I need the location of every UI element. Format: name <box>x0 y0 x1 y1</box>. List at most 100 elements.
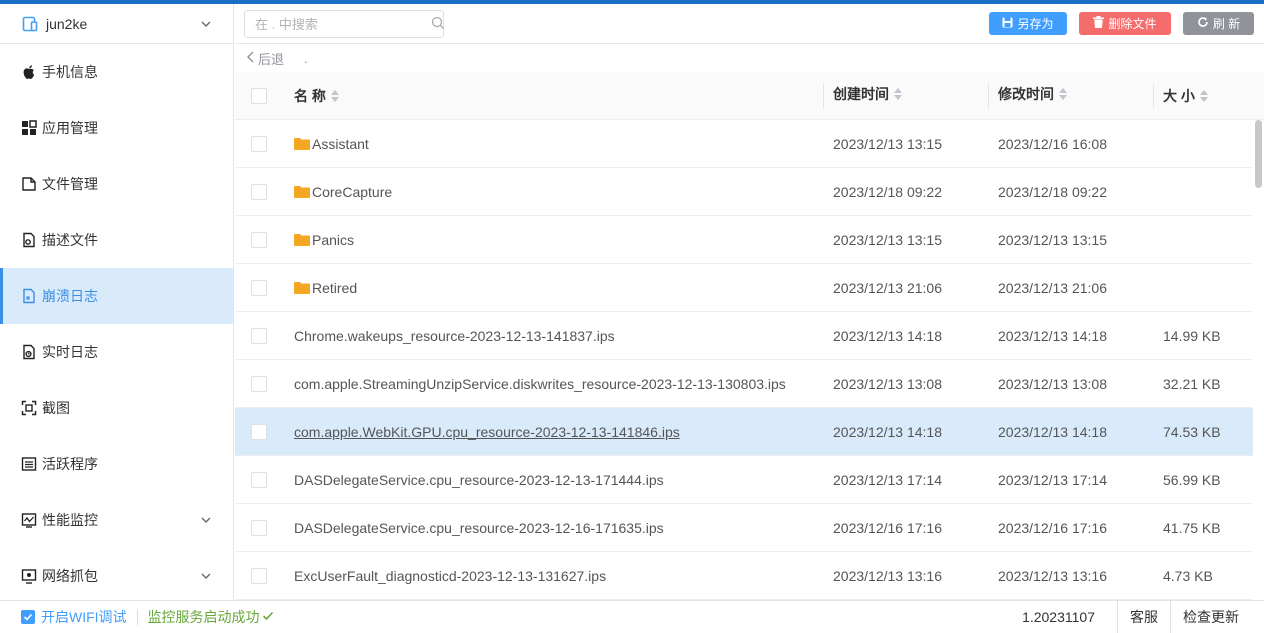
column-size[interactable]: 大 小 <box>1154 86 1244 106</box>
size-cell: 4.73 KB <box>1163 567 1213 584</box>
delete-file-button[interactable]: 删除文件 <box>1079 12 1171 35</box>
sidebar-item-label: 手机信息 <box>42 64 98 80</box>
row-checkbox[interactable] <box>251 231 267 248</box>
chevron-down-icon[interactable] <box>199 569 213 583</box>
sidebar-item-realtime-log[interactable]: 实时日志 <box>0 324 233 380</box>
sidebar-item-phone-info[interactable]: 手机信息 <box>0 44 233 100</box>
column-created[interactable]: 创建时间 <box>824 83 989 108</box>
file-name[interactable]: ExcUserFault_diagnosticd-2023-12-13-1316… <box>294 568 606 584</box>
table-row[interactable]: Assistant 2023/12/13 13:15 2023/12/16 16:0… <box>235 120 1264 168</box>
row-checkbox[interactable] <box>251 279 267 296</box>
service-status: 监控服务启动成功 <box>148 607 274 627</box>
sidebar-item-performance[interactable]: 性能监控 <box>0 492 233 548</box>
table-body: Assistant 2023/12/13 13:15 2023/12/16 16:0… <box>235 120 1264 600</box>
sidebar-item-active-apps[interactable]: 活跃程序 <box>0 436 233 492</box>
table-row[interactable]: Retired 2023/12/13 21:06 2023/12/13 21:06 <box>235 264 1264 312</box>
table-row[interactable]: Chrome.wakeups_resource-2023-12-13-14183… <box>235 312 1264 360</box>
scrollbar[interactable] <box>1253 120 1264 600</box>
column-name[interactable]: 名 称 <box>283 83 824 108</box>
status-bar: 开启WIFI调试 监控服务启动成功 1.20231107 客服 检查更新 <box>0 600 1264 633</box>
refresh-button[interactable]: 刷 新 <box>1183 12 1254 35</box>
current-path: . <box>304 50 308 66</box>
sort-icon[interactable] <box>1199 89 1209 103</box>
sidebar-item-network-capture[interactable]: 网络抓包 <box>0 548 233 604</box>
select-all-checkbox[interactable] <box>251 87 267 104</box>
sidebar-item-file-manage[interactable]: 文件管理 <box>0 156 233 212</box>
table-row[interactable]: com.apple.WebKit.GPU.cpu_resource-2023-1… <box>235 408 1264 456</box>
file-name[interactable]: DASDelegateService.cpu_resource-2023-12-… <box>294 520 664 536</box>
sidebar-item-label: 截图 <box>42 400 70 416</box>
created-time-cell: 2023/12/16 17:16 <box>833 519 942 536</box>
file-name-cell[interactable]: Panics <box>283 232 824 248</box>
table-row[interactable]: DASDelegateService.cpu_resource-2023-12-… <box>235 456 1264 504</box>
row-checkbox[interactable] <box>251 567 267 584</box>
file-name-cell[interactable]: com.apple.WebKit.GPU.cpu_resource-2023-1… <box>283 424 824 440</box>
file-name[interactable]: Chrome.wakeups_resource-2023-12-13-14183… <box>294 328 615 344</box>
device-selector[interactable]: jun2ke <box>0 4 233 44</box>
row-checkbox[interactable] <box>251 135 267 152</box>
row-checkbox[interactable] <box>251 471 267 488</box>
file-name-cell[interactable]: ExcUserFault_diagnosticd-2023-12-13-1316… <box>283 568 824 584</box>
row-checkbox[interactable] <box>251 183 267 200</box>
chevron-down-icon[interactable] <box>199 17 213 31</box>
file-name-cell[interactable]: DASDelegateService.cpu_resource-2023-12-… <box>283 520 824 536</box>
file-name-cell[interactable]: DASDelegateService.cpu_resource-2023-12-… <box>283 472 824 488</box>
sidebar-item-label: 性能监控 <box>42 512 98 528</box>
save-as-button[interactable]: 另存为 <box>989 12 1067 35</box>
table-row[interactable]: DASDelegateService.cpu_resource-2023-12-… <box>235 504 1264 552</box>
checkbox-checked-icon[interactable] <box>21 610 35 624</box>
search-icon[interactable] <box>431 16 445 33</box>
wifi-debug-toggle[interactable]: 开启WIFI调试 <box>21 607 127 627</box>
file-name[interactable]: Retired <box>312 280 357 296</box>
back-label: 后退 <box>258 51 285 67</box>
sort-icon[interactable] <box>893 87 903 101</box>
row-checkbox[interactable] <box>251 375 267 392</box>
file-name[interactable]: Panics <box>312 232 354 248</box>
table-row[interactable]: com.apple.StreamingUnzipService.diskwrit… <box>235 360 1264 408</box>
created-time-cell: 2023/12/13 17:14 <box>833 471 942 488</box>
service-status-label: 监控服务启动成功 <box>147 609 260 625</box>
sort-icon[interactable] <box>330 89 340 103</box>
created-time-cell: 2023/12/13 13:16 <box>833 567 942 584</box>
sidebar-item-profile[interactable]: 描述文件 <box>0 212 233 268</box>
row-checkbox[interactable] <box>251 519 267 536</box>
column-modified[interactable]: 修改时间 <box>989 83 1154 108</box>
file-name[interactable]: Assistant <box>312 136 369 152</box>
search-input[interactable] <box>255 16 431 32</box>
support-link[interactable]: 客服 <box>1117 601 1170 633</box>
crash-log-icon <box>20 287 38 305</box>
file-name[interactable]: DASDelegateService.cpu_resource-2023-12-… <box>294 472 664 488</box>
realtime-log-icon <box>20 343 38 361</box>
toolbar: 另存为 删除文件 刷 新 <box>235 4 1264 44</box>
sidebar-item-crash-log[interactable]: 崩溃日志 <box>0 268 233 324</box>
device-name: jun2ke <box>46 15 88 32</box>
file-name-cell[interactable]: Assistant <box>283 136 824 152</box>
search-box[interactable] <box>244 10 444 38</box>
file-name-cell[interactable]: com.apple.StreamingUnzipService.diskwrit… <box>283 376 824 392</box>
breadcrumb: 后退 . <box>235 44 1264 72</box>
table-row[interactable]: ExcUserFault_diagnosticd-2023-12-13-1316… <box>235 552 1264 600</box>
file-name-cell[interactable]: Retired <box>283 280 824 296</box>
folder-icon <box>294 233 310 246</box>
sidebar-item-label: 应用管理 <box>42 120 98 136</box>
table-row[interactable]: CoreCapture 2023/12/18 09:22 2023/12/18 09… <box>235 168 1264 216</box>
row-checkbox[interactable] <box>251 327 267 344</box>
file-name[interactable]: CoreCapture <box>312 184 392 200</box>
row-checkbox[interactable] <box>251 423 267 440</box>
scrollbar-thumb[interactable] <box>1255 120 1262 188</box>
sidebar-item-screenshot[interactable]: 截图 <box>0 380 233 436</box>
profile-file-icon <box>20 231 38 249</box>
check-update-link[interactable]: 检查更新 <box>1170 601 1264 633</box>
sidebar-item-label: 实时日志 <box>42 344 98 360</box>
file-name-cell[interactable]: CoreCapture <box>283 184 824 200</box>
file-name-cell[interactable]: Chrome.wakeups_resource-2023-12-13-14183… <box>283 328 824 344</box>
sidebar-item-app-manage[interactable]: 应用管理 <box>0 100 233 156</box>
size-cell: 41.75 KB <box>1163 519 1221 536</box>
sort-icon[interactable] <box>1058 87 1068 101</box>
back-button[interactable]: 后退 <box>246 49 284 68</box>
table-row[interactable]: Panics 2023/12/13 13:15 2023/12/13 13:15 <box>235 216 1264 264</box>
modified-time-cell: 2023/12/16 16:08 <box>998 135 1107 152</box>
file-name[interactable]: com.apple.StreamingUnzipService.diskwrit… <box>294 376 786 392</box>
file-name[interactable]: com.apple.WebKit.GPU.cpu_resource-2023-1… <box>294 424 680 440</box>
chevron-down-icon[interactable] <box>199 513 213 527</box>
